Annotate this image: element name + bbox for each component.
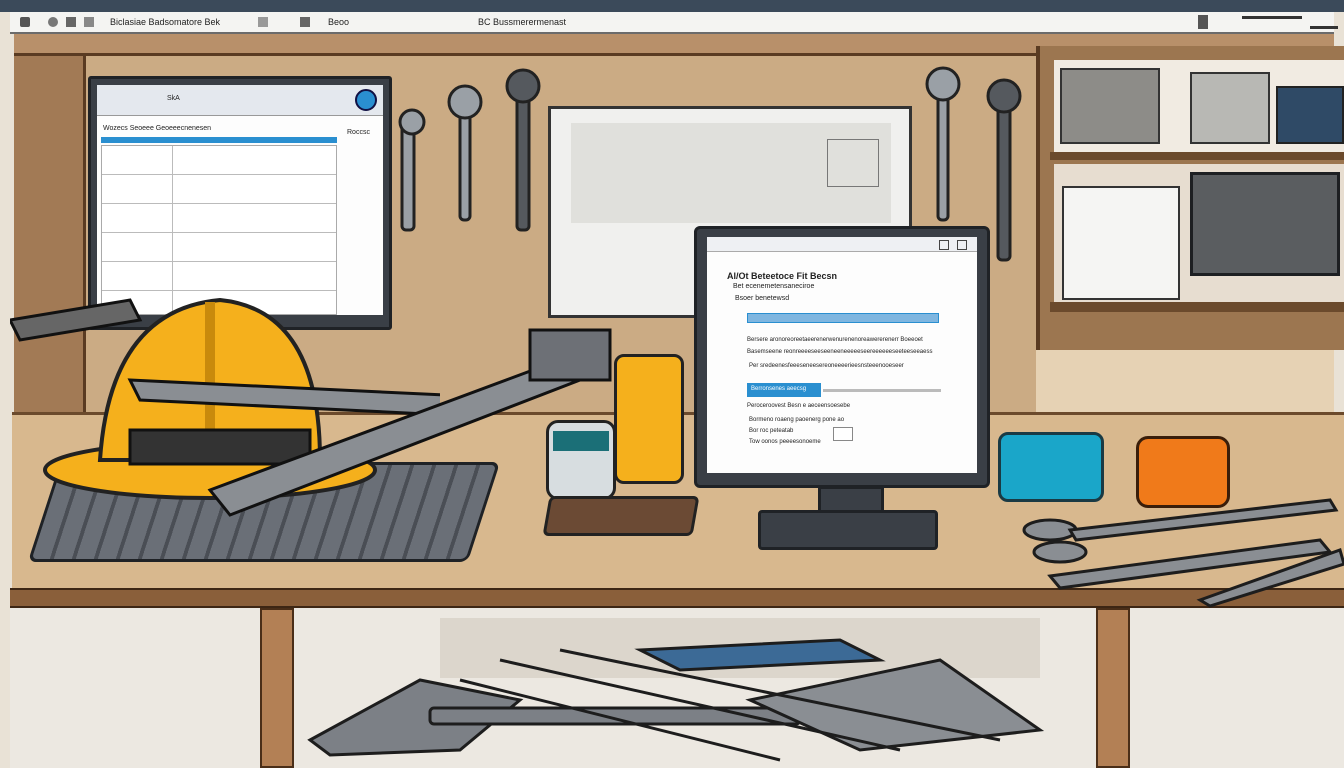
primary-button[interactable]: Berronsenes aeecsg — [747, 383, 821, 397]
appliance — [1190, 172, 1340, 276]
jar — [1276, 86, 1344, 144]
wrench-handle — [936, 88, 950, 222]
shelf-board — [1050, 152, 1344, 160]
scroll-icon[interactable] — [1198, 15, 1208, 29]
row2-label: Bor roc peteatab — [749, 428, 794, 434]
wrench-jaw — [528, 328, 612, 382]
pliers-pile — [1022, 498, 1344, 608]
tab-title[interactable]: Biclasiae Badsomatore Bek — [110, 17, 220, 27]
tablet-device — [634, 638, 886, 672]
close-icon[interactable] — [957, 240, 967, 250]
wrench-head — [925, 66, 961, 102]
tool-case — [1190, 72, 1270, 144]
desk-leg — [260, 608, 294, 768]
progress-field[interactable] — [747, 313, 939, 323]
wrench-head — [447, 84, 483, 120]
section-label: Peroceroovest Besn e aeceensoesebe — [747, 403, 851, 409]
address-bar[interactable]: BC Bussmerermenast — [478, 17, 566, 27]
menu-icon[interactable] — [1242, 16, 1302, 19]
list-header: Wozecs Seoeee Geoeeecnenesen — [103, 125, 212, 132]
yellow-meter — [614, 354, 684, 484]
selected-row[interactable] — [101, 137, 337, 143]
dialog-titlebar — [707, 237, 977, 252]
side-label: Roccsc — [347, 129, 370, 136]
wrench-head — [505, 68, 541, 104]
home-icon[interactable] — [48, 17, 58, 27]
tab-short[interactable]: Beoo — [328, 17, 349, 27]
pliers-ring — [1022, 518, 1078, 542]
wrench-body — [207, 358, 583, 517]
field-label: Bsoer benetewsd — [735, 295, 790, 302]
bookmark-icon[interactable] — [84, 17, 94, 27]
drawing-box — [827, 139, 879, 187]
shelf-board — [1050, 302, 1344, 312]
wrench-handle — [996, 98, 1012, 262]
refresh-icon[interactable] — [355, 89, 377, 111]
row1-label: Bormeno roaeng paoenerg pone ao — [749, 417, 845, 423]
center-monitor: Al/Ot Beteetoce Fit Becsn Bet ecenemeten… — [694, 226, 990, 488]
window-titlebar — [0, 0, 1344, 12]
dialog-subtitle: Bet ecenemetensaneciroe — [733, 283, 815, 290]
pliers-ring — [1032, 540, 1088, 564]
center-monitor-screen: Al/Ot Beteetoce Fit Becsn Bet ecenemeten… — [707, 237, 977, 473]
tool-pile — [307, 638, 1045, 762]
shelf-unit — [1036, 46, 1344, 350]
tape-can — [546, 420, 616, 500]
close-icon[interactable] — [1310, 26, 1338, 29]
back-icon[interactable] — [20, 17, 30, 27]
row2-checkbox[interactable] — [833, 427, 853, 441]
printer — [1062, 186, 1180, 300]
maximize-icon[interactable] — [939, 240, 949, 250]
slider-track[interactable] — [823, 389, 941, 392]
tools-icon[interactable] — [66, 17, 76, 27]
desk-leg — [1096, 608, 1130, 768]
pliers-arm — [1067, 498, 1339, 542]
wrench-handle — [458, 108, 472, 222]
primary-button-label: Berronsenes aeecsg — [751, 386, 807, 392]
clamp-tool — [10, 298, 143, 342]
wallet — [542, 496, 700, 536]
row3-label: Tow oonos peeeesonoeme — [749, 439, 821, 445]
monitor-stand — [758, 510, 938, 550]
workshop-scene: Biclasiae Badsomatore Bek Beoo BC Bussme… — [0, 0, 1344, 768]
wrench-head — [398, 108, 426, 136]
body-line-1: Bersere aronoreoreetaeerenerwenurenenore… — [747, 337, 923, 343]
wrench-handle — [515, 88, 531, 232]
wrench-head — [986, 78, 1022, 114]
toolbar-text: SkA — [167, 95, 180, 102]
body-line-2: Basemseene reonreeeeseeseeneeneeeeeseere… — [747, 349, 933, 355]
wrench-handle — [400, 118, 416, 232]
can-label — [553, 431, 609, 451]
gear-box — [1060, 68, 1160, 144]
app-toolbar: SkA — [97, 85, 383, 116]
settings-icon[interactable] — [258, 17, 268, 27]
body-line-3: Per sredeenesfeeeseneesereoneeeerieesnst… — [749, 363, 904, 369]
tool-pile-shape — [745, 658, 1045, 752]
browser-toolbar: Biclasiae Badsomatore Bek Beoo BC Bussme… — [10, 12, 1338, 34]
dialog-title: Al/Ot Beteetoce Fit Becsn — [727, 271, 838, 281]
window-icon[interactable] — [300, 17, 310, 27]
